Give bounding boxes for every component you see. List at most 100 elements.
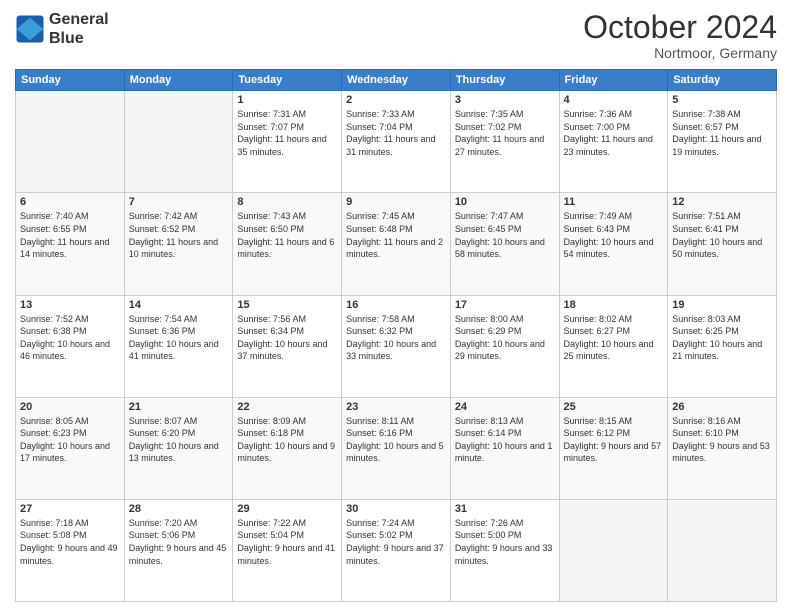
day-info: Sunrise: 7:54 AM Sunset: 6:36 PM Dayligh… [129, 313, 229, 363]
day-cell-2-0: 13Sunrise: 7:52 AM Sunset: 6:38 PM Dayli… [16, 295, 125, 397]
day-number: 28 [129, 503, 229, 515]
day-info: Sunrise: 7:42 AM Sunset: 6:52 PM Dayligh… [129, 210, 229, 260]
weekday-wednesday: Wednesday [342, 70, 451, 91]
day-number: 10 [455, 196, 555, 208]
logo-line1: General [49, 10, 109, 29]
day-info: Sunrise: 7:47 AM Sunset: 6:45 PM Dayligh… [455, 210, 555, 260]
logo-icon [15, 14, 45, 44]
calendar-header: Sunday Monday Tuesday Wednesday Thursday… [16, 70, 777, 91]
day-info: Sunrise: 7:51 AM Sunset: 6:41 PM Dayligh… [672, 210, 772, 260]
day-cell-4-3: 30 Sunrise: 7:24 AM Sunset: 5:02 PM Dayli… [342, 499, 451, 601]
day-cell-2-3: 16 Sunrise: 7:58 AM Sunset: 6:32 PM Dayli… [342, 295, 451, 397]
day-number: 7 [129, 196, 229, 208]
day-cell-4-0: 27Sunrise: 7:18 AM Sunset: 5:08 PM Dayli… [16, 499, 125, 601]
week-row-4: 27Sunrise: 7:18 AM Sunset: 5:08 PM Dayli… [16, 499, 777, 601]
weekday-friday: Friday [559, 70, 668, 91]
logo-line2: Blue [49, 29, 109, 48]
day-cell-4-2: 29 Sunrise: 7:22 AM Sunset: 5:04 PM Dayli… [233, 499, 342, 601]
day-number: 17 [455, 299, 555, 311]
day-info: Sunrise: 7:36 AM Sunset: 7:00 PM Dayligh… [564, 108, 664, 158]
day-info: Sunrise: 7:26 AM Sunset: 5:00 PM Dayligh… [455, 517, 555, 567]
day-cell-2-5: 18Sunrise: 8:02 AM Sunset: 6:27 PM Dayli… [559, 295, 668, 397]
day-info: Sunrise: 7:58 AM Sunset: 6:32 PM Dayligh… [346, 313, 446, 363]
day-number: 24 [455, 401, 555, 413]
day-cell-1-2: 8 Sunrise: 7:43 AM Sunset: 6:50 PM Daylig… [233, 193, 342, 295]
day-number: 29 [237, 503, 337, 515]
day-number: 3 [455, 94, 555, 106]
week-row-1: 6Sunrise: 7:40 AM Sunset: 6:55 PM Daylig… [16, 193, 777, 295]
day-info: Sunrise: 8:09 AM Sunset: 6:18 PM Dayligh… [237, 415, 337, 465]
day-info: Sunrise: 7:22 AM Sunset: 5:04 PM Dayligh… [237, 517, 337, 567]
day-number: 27 [20, 503, 120, 515]
day-cell-2-6: 19 Sunrise: 8:03 AM Sunset: 6:25 PM Dayli… [668, 295, 777, 397]
weekday-monday: Monday [124, 70, 233, 91]
day-cell-0-4: 3 Sunrise: 7:35 AM Sunset: 7:02 PM Daylig… [450, 91, 559, 193]
day-number: 21 [129, 401, 229, 413]
day-number: 8 [237, 196, 337, 208]
day-number: 11 [564, 196, 664, 208]
day-number: 2 [346, 94, 446, 106]
day-cell-1-6: 12Sunrise: 7:51 AM Sunset: 6:41 PM Dayli… [668, 193, 777, 295]
title-block: October 2024 Nortmoor, Germany [583, 10, 777, 61]
day-info: Sunrise: 7:38 AM Sunset: 6:57 PM Dayligh… [672, 108, 772, 158]
week-row-2: 13Sunrise: 7:52 AM Sunset: 6:38 PM Dayli… [16, 295, 777, 397]
day-info: Sunrise: 7:43 AM Sunset: 6:50 PM Dayligh… [237, 210, 337, 260]
week-row-3: 20 Sunrise: 8:05 AM Sunset: 6:23 PM Dayli… [16, 397, 777, 499]
month-title: October 2024 [583, 10, 777, 45]
day-cell-0-6: 5 Sunrise: 7:38 AM Sunset: 6:57 PM Daylig… [668, 91, 777, 193]
day-number: 13 [20, 299, 120, 311]
day-cell-4-6 [668, 499, 777, 601]
day-cell-3-2: 22Sunrise: 8:09 AM Sunset: 6:18 PM Dayli… [233, 397, 342, 499]
day-info: Sunrise: 8:00 AM Sunset: 6:29 PM Dayligh… [455, 313, 555, 363]
day-number: 26 [672, 401, 772, 413]
day-info: Sunrise: 7:49 AM Sunset: 6:43 PM Dayligh… [564, 210, 664, 260]
day-cell-4-4: 31 Sunrise: 7:26 AM Sunset: 5:00 PM Dayli… [450, 499, 559, 601]
day-info: Sunrise: 7:31 AM Sunset: 7:07 PM Dayligh… [237, 108, 337, 158]
day-info: Sunrise: 8:11 AM Sunset: 6:16 PM Dayligh… [346, 415, 446, 465]
day-info: Sunrise: 8:05 AM Sunset: 6:23 PM Dayligh… [20, 415, 120, 465]
day-number: 23 [346, 401, 446, 413]
day-cell-1-1: 7 Sunrise: 7:42 AM Sunset: 6:52 PM Daylig… [124, 193, 233, 295]
day-cell-3-5: 25 Sunrise: 8:15 AM Sunset: 6:12 PM Dayli… [559, 397, 668, 499]
day-number: 14 [129, 299, 229, 311]
day-info: Sunrise: 8:15 AM Sunset: 6:12 PM Dayligh… [564, 415, 664, 465]
day-info: Sunrise: 8:13 AM Sunset: 6:14 PM Dayligh… [455, 415, 555, 465]
day-number: 1 [237, 94, 337, 106]
weekday-sunday: Sunday [16, 70, 125, 91]
day-cell-0-2: 1 Sunrise: 7:31 AM Sunset: 7:07 PM Daylig… [233, 91, 342, 193]
calendar-body: 1 Sunrise: 7:31 AM Sunset: 7:07 PM Daylig… [16, 91, 777, 602]
day-info: Sunrise: 8:16 AM Sunset: 6:10 PM Dayligh… [672, 415, 772, 465]
weekday-thursday: Thursday [450, 70, 559, 91]
day-info: Sunrise: 7:33 AM Sunset: 7:04 PM Dayligh… [346, 108, 446, 158]
weekday-saturday: Saturday [668, 70, 777, 91]
day-number: 25 [564, 401, 664, 413]
logo-text: General Blue [49, 10, 109, 48]
day-info: Sunrise: 8:02 AM Sunset: 6:27 PM Dayligh… [564, 313, 664, 363]
day-number: 20 [20, 401, 120, 413]
day-cell-2-1: 14 Sunrise: 7:54 AM Sunset: 6:36 PM Dayli… [124, 295, 233, 397]
header: General Blue October 2024 Nortmoor, Germ… [15, 10, 777, 61]
day-number: 31 [455, 503, 555, 515]
day-cell-3-1: 21 Sunrise: 8:07 AM Sunset: 6:20 PM Dayli… [124, 397, 233, 499]
day-cell-2-2: 15 Sunrise: 7:56 AM Sunset: 6:34 PM Dayli… [233, 295, 342, 397]
week-row-0: 1 Sunrise: 7:31 AM Sunset: 7:07 PM Daylig… [16, 91, 777, 193]
day-info: Sunrise: 8:07 AM Sunset: 6:20 PM Dayligh… [129, 415, 229, 465]
day-info: Sunrise: 8:03 AM Sunset: 6:25 PM Dayligh… [672, 313, 772, 363]
calendar-table: Sunday Monday Tuesday Wednesday Thursday… [15, 69, 777, 602]
day-number: 5 [672, 94, 772, 106]
day-cell-0-3: 2 Sunrise: 7:33 AM Sunset: 7:04 PM Daylig… [342, 91, 451, 193]
day-number: 19 [672, 299, 772, 311]
day-number: 15 [237, 299, 337, 311]
day-info: Sunrise: 7:24 AM Sunset: 5:02 PM Dayligh… [346, 517, 446, 567]
day-cell-3-3: 23 Sunrise: 8:11 AM Sunset: 6:16 PM Dayli… [342, 397, 451, 499]
location: Nortmoor, Germany [583, 45, 777, 61]
day-info: Sunrise: 7:35 AM Sunset: 7:02 PM Dayligh… [455, 108, 555, 158]
day-cell-0-5: 4Sunrise: 7:36 AM Sunset: 7:00 PM Daylig… [559, 91, 668, 193]
day-cell-1-5: 11 Sunrise: 7:49 AM Sunset: 6:43 PM Dayli… [559, 193, 668, 295]
day-number: 16 [346, 299, 446, 311]
weekday-row: Sunday Monday Tuesday Wednesday Thursday… [16, 70, 777, 91]
day-info: Sunrise: 7:56 AM Sunset: 6:34 PM Dayligh… [237, 313, 337, 363]
day-info: Sunrise: 7:40 AM Sunset: 6:55 PM Dayligh… [20, 210, 120, 260]
day-number: 30 [346, 503, 446, 515]
day-cell-0-0 [16, 91, 125, 193]
